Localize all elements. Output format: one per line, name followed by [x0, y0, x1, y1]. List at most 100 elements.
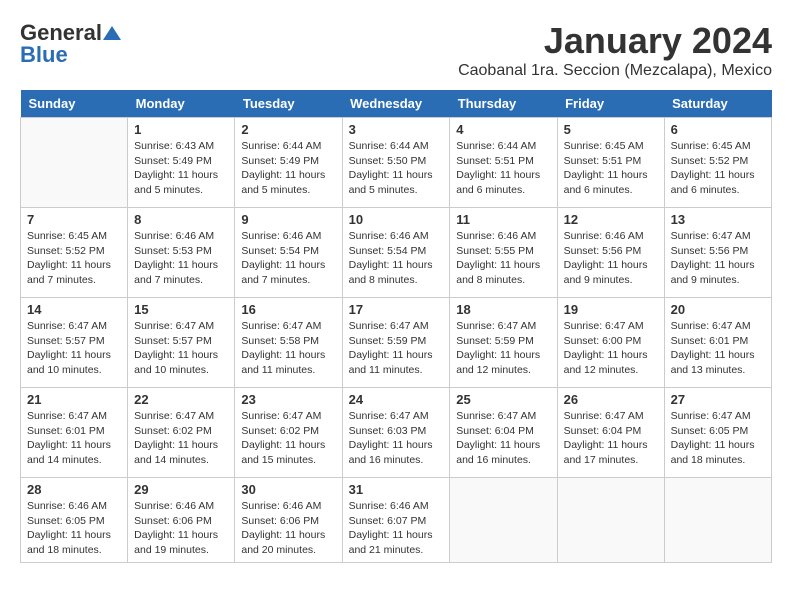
day-number: 31: [349, 482, 444, 497]
sunset-text: Sunset: 6:01 PM: [671, 334, 765, 349]
logo: General Blue: [20, 20, 122, 68]
sunset-text: Sunset: 6:02 PM: [134, 424, 228, 439]
calendar-cell: 23Sunrise: 6:47 AMSunset: 6:02 PMDayligh…: [235, 388, 342, 478]
sunset-text: Sunset: 6:04 PM: [456, 424, 550, 439]
sunset-text: Sunset: 5:51 PM: [456, 154, 550, 169]
daylight-text: Daylight: 11 hours and 11 minutes.: [241, 348, 335, 377]
calendar-cell: 18Sunrise: 6:47 AMSunset: 5:59 PMDayligh…: [450, 298, 557, 388]
daylight-text: Daylight: 11 hours and 11 minutes.: [349, 348, 444, 377]
day-number: 25: [456, 392, 550, 407]
sunrise-text: Sunrise: 6:47 AM: [241, 409, 335, 424]
sunrise-text: Sunrise: 6:47 AM: [27, 409, 121, 424]
day-number: 30: [241, 482, 335, 497]
sunrise-text: Sunrise: 6:46 AM: [134, 229, 228, 244]
daylight-text: Daylight: 11 hours and 12 minutes.: [456, 348, 550, 377]
day-number: 11: [456, 212, 550, 227]
calendar-week-row: 7 Sunrise: 6:45 AMSunset: 5:52 PMDaylight…: [21, 208, 772, 298]
sunset-text: Sunset: 5:54 PM: [349, 244, 444, 259]
sunrise-text: Sunrise: 6:47 AM: [671, 319, 765, 334]
sunset-text: Sunset: 6:04 PM: [564, 424, 658, 439]
calendar-cell: [450, 478, 557, 563]
calendar-cell: 25 Sunrise: 6:47 AMSunset: 6:04 PMDayligh…: [450, 388, 557, 478]
calendar-cell: 27Sunrise: 6:47 AMSunset: 6:05 PMDayligh…: [664, 388, 771, 478]
day-number: 12: [564, 212, 658, 227]
calendar-cell: 30Sunrise: 6:46 AMSunset: 6:06 PMDayligh…: [235, 478, 342, 563]
day-number: 13: [671, 212, 765, 227]
sunset-text: Sunset: 5:58 PM: [241, 334, 335, 349]
sunset-text: Sunset: 5:59 PM: [456, 334, 550, 349]
day-number: 21: [27, 392, 121, 407]
sunrise-text: Sunrise: 6:47 AM: [27, 319, 121, 334]
day-info: Sunrise: 6:46 AMSunset: 5:54 PMDaylight:…: [241, 229, 335, 288]
sunrise-text: Sunrise: 6:47 AM: [349, 409, 444, 424]
day-number: 10: [349, 212, 444, 227]
daylight-text: Daylight: 11 hours and 9 minutes.: [671, 258, 765, 287]
logo-blue: Blue: [20, 42, 68, 68]
day-info: Sunrise: 6:45 AMSunset: 5:52 PMDaylight:…: [27, 229, 121, 288]
calendar-cell: 17Sunrise: 6:47 AMSunset: 5:59 PMDayligh…: [342, 298, 450, 388]
daylight-text: Daylight: 11 hours and 10 minutes.: [27, 348, 121, 377]
day-info: Sunrise: 6:47 AMSunset: 5:58 PMDaylight:…: [241, 319, 335, 378]
calendar-cell: 10Sunrise: 6:46 AMSunset: 5:54 PMDayligh…: [342, 208, 450, 298]
sunset-text: Sunset: 5:49 PM: [134, 154, 228, 169]
sunset-text: Sunset: 5:57 PM: [27, 334, 121, 349]
calendar-cell: 5 Sunrise: 6:45 AMSunset: 5:51 PMDaylight…: [557, 118, 664, 208]
daylight-text: Daylight: 11 hours and 6 minutes.: [671, 168, 765, 197]
day-info: Sunrise: 6:47 AMSunset: 6:00 PMDaylight:…: [564, 319, 658, 378]
weekday-header: Thursday: [450, 90, 557, 118]
day-number: 26: [564, 392, 658, 407]
calendar-cell: 29Sunrise: 6:46 AMSunset: 6:06 PMDayligh…: [128, 478, 235, 563]
day-number: 7: [27, 212, 121, 227]
day-info: Sunrise: 6:47 AMSunset: 5:57 PMDaylight:…: [27, 319, 121, 378]
day-info: Sunrise: 6:44 AMSunset: 5:51 PMDaylight:…: [456, 139, 550, 198]
calendar-cell: 6Sunrise: 6:45 AMSunset: 5:52 PMDaylight…: [664, 118, 771, 208]
sunset-text: Sunset: 5:57 PM: [134, 334, 228, 349]
sunrise-text: Sunrise: 6:43 AM: [134, 139, 228, 154]
day-info: Sunrise: 6:43 AMSunset: 5:49 PMDaylight:…: [134, 139, 228, 198]
logo-triangle-icon: [103, 24, 121, 42]
daylight-text: Daylight: 11 hours and 7 minutes.: [134, 258, 228, 287]
day-number: 5: [564, 122, 658, 137]
weekday-header: Sunday: [21, 90, 128, 118]
daylight-text: Daylight: 11 hours and 7 minutes.: [27, 258, 121, 287]
calendar-cell: [664, 478, 771, 563]
sunrise-text: Sunrise: 6:46 AM: [349, 499, 444, 514]
calendar-cell: 1 Sunrise: 6:43 AMSunset: 5:49 PMDaylight…: [128, 118, 235, 208]
calendar-cell: 11 Sunrise: 6:46 AMSunset: 5:55 PMDayligh…: [450, 208, 557, 298]
day-info: Sunrise: 6:47 AMSunset: 6:04 PMDaylight:…: [456, 409, 550, 468]
day-info: Sunrise: 6:46 AMSunset: 6:07 PMDaylight:…: [349, 499, 444, 558]
day-info: Sunrise: 6:45 AMSunset: 5:52 PMDaylight:…: [671, 139, 765, 198]
sunset-text: Sunset: 5:52 PM: [671, 154, 765, 169]
calendar-cell: 8 Sunrise: 6:46 AMSunset: 5:53 PMDaylight…: [128, 208, 235, 298]
calendar-cell: 16Sunrise: 6:47 AMSunset: 5:58 PMDayligh…: [235, 298, 342, 388]
sunset-text: Sunset: 5:53 PM: [134, 244, 228, 259]
daylight-text: Daylight: 11 hours and 20 minutes.: [241, 528, 335, 557]
sunrise-text: Sunrise: 6:46 AM: [241, 229, 335, 244]
calendar-cell: [21, 118, 128, 208]
sunrise-text: Sunrise: 6:47 AM: [134, 319, 228, 334]
calendar-cell: 28Sunrise: 6:46 AMSunset: 6:05 PMDayligh…: [21, 478, 128, 563]
sunrise-text: Sunrise: 6:47 AM: [241, 319, 335, 334]
weekday-header: Monday: [128, 90, 235, 118]
page-header: General Blue January 2024 Caobanal 1ra. …: [20, 20, 772, 80]
calendar-cell: 4Sunrise: 6:44 AMSunset: 5:51 PMDaylight…: [450, 118, 557, 208]
calendar-cell: 20Sunrise: 6:47 AMSunset: 6:01 PMDayligh…: [664, 298, 771, 388]
day-number: 17: [349, 302, 444, 317]
daylight-text: Daylight: 11 hours and 17 minutes.: [564, 438, 658, 467]
day-info: Sunrise: 6:47 AMSunset: 6:02 PMDaylight:…: [134, 409, 228, 468]
daylight-text: Daylight: 11 hours and 14 minutes.: [27, 438, 121, 467]
day-info: Sunrise: 6:46 AMSunset: 6:05 PMDaylight:…: [27, 499, 121, 558]
daylight-text: Daylight: 11 hours and 7 minutes.: [241, 258, 335, 287]
sunrise-text: Sunrise: 6:47 AM: [564, 409, 658, 424]
day-number: 8: [134, 212, 228, 227]
weekday-header: Wednesday: [342, 90, 450, 118]
day-info: Sunrise: 6:45 AMSunset: 5:51 PMDaylight:…: [564, 139, 658, 198]
day-number: 3: [349, 122, 444, 137]
calendar-cell: 15Sunrise: 6:47 AMSunset: 5:57 PMDayligh…: [128, 298, 235, 388]
daylight-text: Daylight: 11 hours and 18 minutes.: [27, 528, 121, 557]
day-info: Sunrise: 6:46 AMSunset: 5:55 PMDaylight:…: [456, 229, 550, 288]
day-info: Sunrise: 6:47 AMSunset: 5:57 PMDaylight:…: [134, 319, 228, 378]
day-info: Sunrise: 6:47 AMSunset: 5:59 PMDaylight:…: [456, 319, 550, 378]
daylight-text: Daylight: 11 hours and 9 minutes.: [564, 258, 658, 287]
day-number: 1: [134, 122, 228, 137]
